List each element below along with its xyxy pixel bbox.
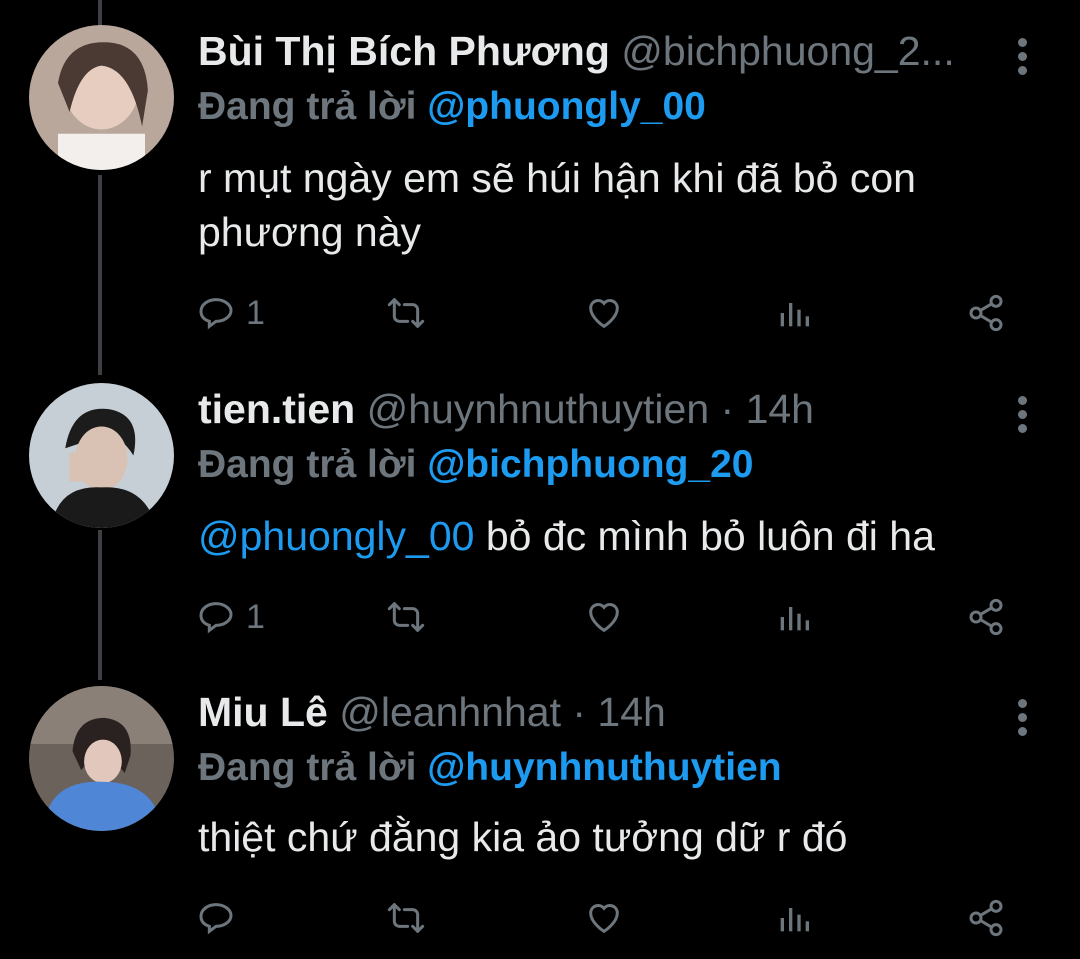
thread-line-1 bbox=[98, 175, 102, 375]
reply-count: 1 bbox=[246, 293, 265, 332]
views-icon bbox=[780, 607, 809, 631]
more-icon[interactable] bbox=[1008, 35, 1036, 79]
retweet-button[interactable] bbox=[386, 289, 426, 337]
retweet-button[interactable] bbox=[386, 894, 426, 942]
share-button[interactable] bbox=[966, 593, 1006, 641]
thread-line-2 bbox=[98, 530, 102, 680]
tweet-header: tien.tien @huynhnuthuytien · 14h bbox=[198, 383, 814, 435]
views-button[interactable] bbox=[774, 894, 814, 942]
tweet-actions: 1 bbox=[196, 593, 1026, 641]
avatar[interactable] bbox=[29, 25, 174, 170]
more-icon[interactable] bbox=[1008, 393, 1036, 437]
replying-to-mention[interactable]: @huynhnuthuytien bbox=[427, 746, 781, 789]
share-icon bbox=[969, 899, 1003, 937]
replying-label: Đang trả lời bbox=[198, 443, 417, 486]
tweet-header: Miu Lê @leanhnhat · 14h bbox=[198, 686, 666, 738]
like-icon bbox=[589, 904, 619, 934]
tweet-time[interactable]: · 14h bbox=[709, 386, 814, 432]
reply-count: 1 bbox=[246, 597, 265, 636]
tweet-text: r mụt ngày em sẽ húi hận khi đã bỏ con p… bbox=[198, 151, 1018, 259]
replying-to-mention[interactable]: @bichphuong_20 bbox=[427, 443, 753, 486]
text-mention[interactable]: @phuongly_00 bbox=[198, 513, 474, 559]
tweet-actions bbox=[196, 894, 1026, 942]
views-button[interactable] bbox=[774, 289, 814, 337]
display-name[interactable]: Bùi Thị Bích Phương bbox=[198, 28, 610, 74]
replying-to-mention[interactable]: @phuongly_00 bbox=[427, 85, 706, 128]
tweet-body: r mụt ngày em sẽ húi hận khi đã bỏ con p… bbox=[198, 155, 916, 255]
avatar[interactable] bbox=[29, 686, 174, 831]
retweet-icon bbox=[387, 602, 425, 632]
tweet-text: @phuongly_00 bỏ đc mình bỏ luôn đi ha bbox=[198, 509, 1018, 563]
more-icon[interactable] bbox=[1008, 696, 1036, 740]
avatar[interactable] bbox=[29, 383, 174, 528]
replying-to: Đang trả lời @huynhnuthuytien bbox=[198, 742, 782, 794]
tweet-time[interactable]: · 14h bbox=[561, 689, 665, 735]
views-button[interactable] bbox=[774, 593, 814, 641]
retweet-icon bbox=[387, 298, 425, 328]
tweet-text: thiệt chứ đằng kia ảo tưởng dữ r đó bbox=[198, 810, 1018, 864]
user-handle[interactable]: @bichphuong_2... bbox=[621, 28, 954, 74]
reply-icon bbox=[199, 298, 233, 330]
reply-icon bbox=[199, 903, 233, 935]
retweet-icon bbox=[387, 903, 425, 933]
reply-button[interactable]: 1 bbox=[196, 289, 265, 337]
tweet-header: Bùi Thị Bích Phương @bichphuong_2... bbox=[198, 25, 955, 77]
user-handle[interactable]: @huynhnuthuytien bbox=[367, 386, 710, 432]
like-icon bbox=[589, 299, 619, 329]
reply-icon bbox=[199, 602, 233, 634]
reply-button[interactable] bbox=[196, 894, 246, 942]
display-name[interactable]: tien.tien bbox=[198, 386, 355, 432]
share-icon bbox=[969, 598, 1003, 636]
replying-label: Đang trả lời bbox=[198, 85, 417, 128]
display-name[interactable]: Miu Lê bbox=[198, 689, 328, 735]
like-icon bbox=[589, 603, 619, 633]
replying-label: Đang trả lời bbox=[198, 746, 417, 789]
share-button[interactable] bbox=[966, 894, 1006, 942]
replying-to: Đang trả lời @phuongly_00 bbox=[198, 81, 706, 133]
retweet-button[interactable] bbox=[386, 593, 426, 641]
share-button[interactable] bbox=[966, 289, 1006, 337]
views-icon bbox=[780, 908, 809, 932]
like-button[interactable] bbox=[584, 593, 624, 641]
tweet-actions: 1 bbox=[196, 289, 1026, 337]
reply-button[interactable]: 1 bbox=[196, 593, 265, 641]
tweet-body: thiệt chứ đằng kia ảo tưởng dữ r đó bbox=[198, 814, 848, 860]
tweet-body: bỏ đc mình bỏ luôn đi ha bbox=[474, 513, 935, 559]
like-button[interactable] bbox=[584, 289, 624, 337]
user-handle[interactable]: @leanhnhat bbox=[339, 689, 561, 735]
views-icon bbox=[780, 303, 809, 327]
replying-to: Đang trả lời @bichphuong_20 bbox=[198, 439, 754, 491]
share-icon bbox=[969, 294, 1003, 332]
like-button[interactable] bbox=[584, 894, 624, 942]
